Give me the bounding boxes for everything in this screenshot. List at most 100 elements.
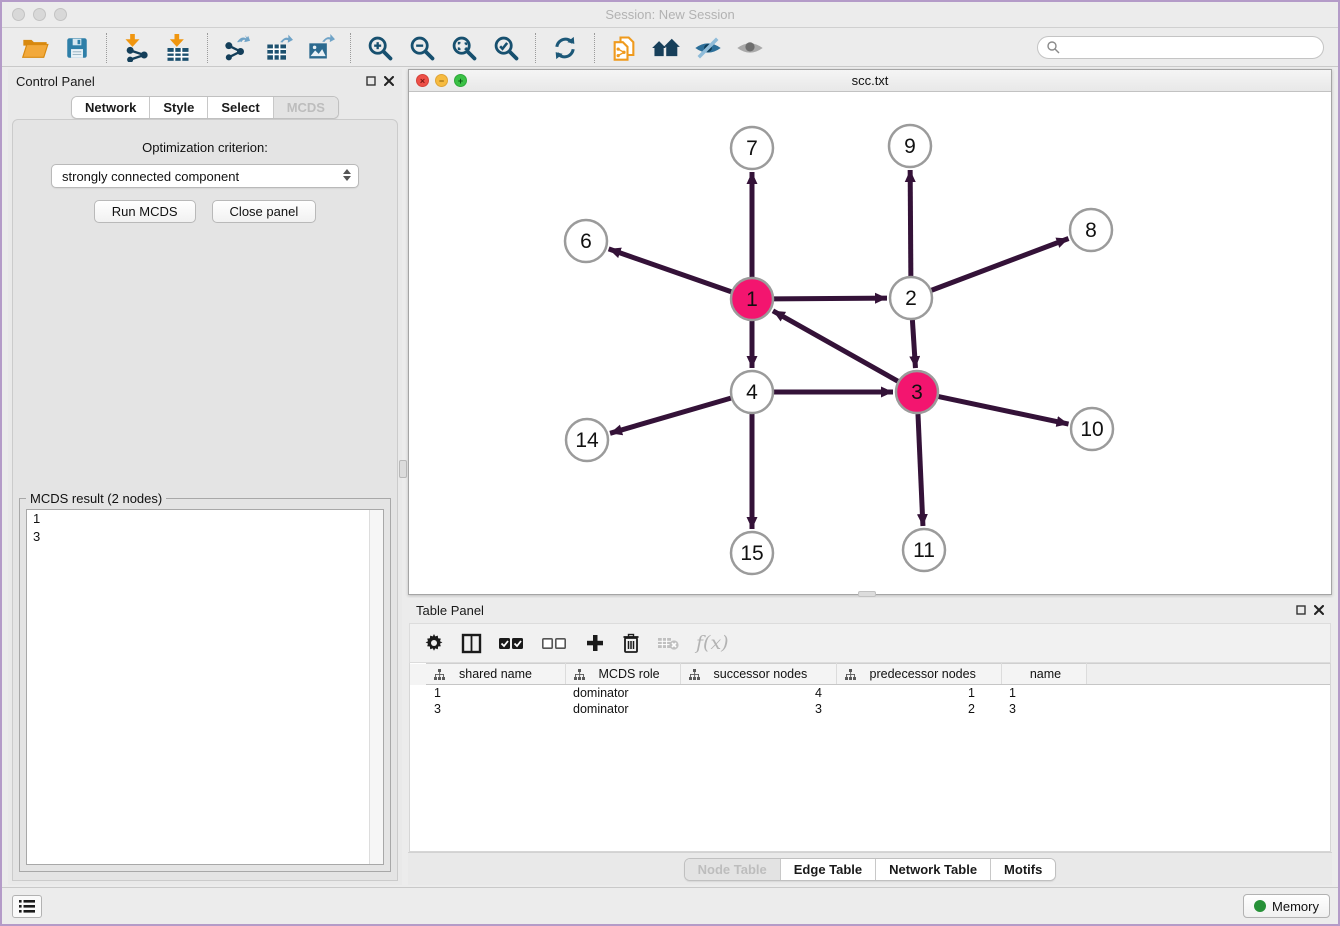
graph-node-3[interactable]: 3 [896,371,938,413]
show-all-icon[interactable] [735,33,765,63]
graph-edge-1-2[interactable] [774,298,887,299]
network-canvas[interactable]: 7 9 6 8 1 2 4 3 14 10 15 11 [409,92,1331,594]
zoom-out-icon[interactable] [407,33,437,63]
table-panel-header: Table Panel [408,598,1332,622]
graph-node-10[interactable]: 10 [1071,408,1113,450]
delete-table-icon [657,635,679,651]
toolbar-separator [207,33,208,63]
open-session-icon[interactable] [20,33,50,63]
tab-motifs[interactable]: Motifs [991,859,1055,880]
session-title: Session: New Session [2,7,1338,22]
run-mcds-button[interactable]: Run MCDS [94,200,196,223]
zoom-fit-icon[interactable] [449,33,479,63]
dropdown-value: strongly connected component [62,169,239,184]
import-table-icon[interactable] [163,33,193,63]
network-window-title: scc.txt [409,73,1331,88]
column-header-name[interactable]: name [1001,664,1086,685]
svg-text:15: 15 [740,542,763,565]
first-neighbors-icon[interactable] [651,33,681,63]
toolbar-separator [535,33,536,63]
graph-edge-2-9[interactable] [910,170,911,276]
table-cell: 3 [680,701,836,717]
graph-node-1[interactable]: 1 [731,278,773,320]
table-row[interactable]: 1dominator411 [410,685,1330,701]
column-header-MCDS-role[interactable]: MCDS role [565,664,680,685]
tab-edge-table[interactable]: Edge Table [781,859,876,880]
fx-label: f(x) [696,632,729,654]
tab-select[interactable]: Select [208,97,273,118]
close-panel-button[interactable]: Close panel [212,200,317,223]
graph-node-6[interactable]: 6 [565,220,607,262]
mcds-result-item[interactable]: 1 [27,510,383,528]
optimization-criterion-label: Optimization criterion: [13,140,397,155]
search-input[interactable] [1037,36,1324,59]
float-panel-icon[interactable] [366,76,376,86]
tab-network[interactable]: Network [72,97,150,118]
vertical-splitter-handle[interactable] [399,460,407,478]
node-table[interactable]: shared nameMCDS rolesuccessor nodesprede… [409,663,1331,852]
zoom-selected-icon[interactable] [491,33,521,63]
import-network-icon[interactable] [121,33,151,63]
gear-icon[interactable] [424,633,444,653]
task-history-button[interactable] [12,895,42,918]
column-layout-icon[interactable] [461,633,482,654]
graph-node-11[interactable]: 11 [903,529,945,571]
add-column-icon[interactable] [585,633,605,653]
optimization-criterion-dropdown[interactable]: strongly connected component [51,164,359,188]
column-header-shared-name[interactable]: shared name [426,664,565,685]
save-session-icon[interactable] [62,33,92,63]
control-panel: Control Panel NetworkStyleSelectMCDS Opt… [8,69,402,885]
mcds-result-item[interactable]: 3 [27,528,383,546]
graph-node-15[interactable]: 15 [731,532,773,574]
graph-node-7[interactable]: 7 [731,127,773,169]
column-header-filler [1086,664,1330,685]
column-header-successor-nodes[interactable]: successor nodes [680,664,836,685]
graph-edge-2-3[interactable] [912,320,915,368]
horizontal-splitter-handle[interactable] [858,591,876,597]
close-panel-icon[interactable] [1314,605,1324,615]
control-panel-header: Control Panel [8,69,402,93]
graph-node-2[interactable]: 2 [890,277,932,319]
memory-label: Memory [1272,899,1319,914]
refresh-layout-icon[interactable] [550,33,580,63]
toolbar-separator [350,33,351,63]
graph-node-8[interactable]: 8 [1070,209,1112,251]
table-cell: 1 [1001,685,1086,701]
graph-node-4[interactable]: 4 [731,371,773,413]
hide-selected-icon[interactable] [693,33,723,63]
graph-edge-3-10[interactable] [939,397,1069,424]
unselect-all-icon[interactable] [542,636,568,650]
column-header-predecessor-nodes[interactable]: predecessor nodes [836,664,1001,685]
graph-edge-4-14[interactable] [610,398,731,433]
tab-network-table[interactable]: Network Table [876,859,991,880]
svg-text:1: 1 [746,288,758,311]
graph-edge-3-11[interactable] [918,414,923,526]
graph-edge-1-6[interactable] [609,249,732,292]
network-window-titlebar[interactable]: × − + scc.txt [409,70,1331,92]
export-network-icon[interactable] [222,33,252,63]
zoom-in-icon[interactable] [365,33,395,63]
graph-edge-3-1[interactable] [773,311,898,381]
mcds-result-group: MCDS result (2 nodes) 13 [19,498,391,872]
export-table-icon[interactable] [264,33,294,63]
mcds-result-list[interactable]: 13 [26,509,384,865]
tab-node-table[interactable]: Node Table [685,859,781,880]
mcds-panel: Optimization criterion: strongly connect… [12,119,398,881]
graph-node-9[interactable]: 9 [889,125,931,167]
graph-node-14[interactable]: 14 [566,419,608,461]
function-builder-icon: f(x) [696,632,729,654]
clone-network-icon[interactable] [609,33,639,63]
delete-column-icon[interactable] [622,633,640,653]
close-panel-icon[interactable] [384,76,394,86]
tab-style[interactable]: Style [150,97,208,118]
memory-button[interactable]: Memory [1243,894,1330,918]
select-all-icon[interactable] [499,636,525,650]
graph-edge-2-8[interactable] [932,238,1069,290]
table-row[interactable]: 3dominator323 [410,701,1330,717]
result-scrollbar[interactable] [369,510,383,864]
float-panel-icon[interactable] [1296,605,1306,615]
tab-mcds[interactable]: MCDS [274,97,338,118]
main-titlebar: Session: New Session [2,2,1338,28]
toolbar-separator [106,33,107,63]
export-image-icon[interactable] [306,33,336,63]
